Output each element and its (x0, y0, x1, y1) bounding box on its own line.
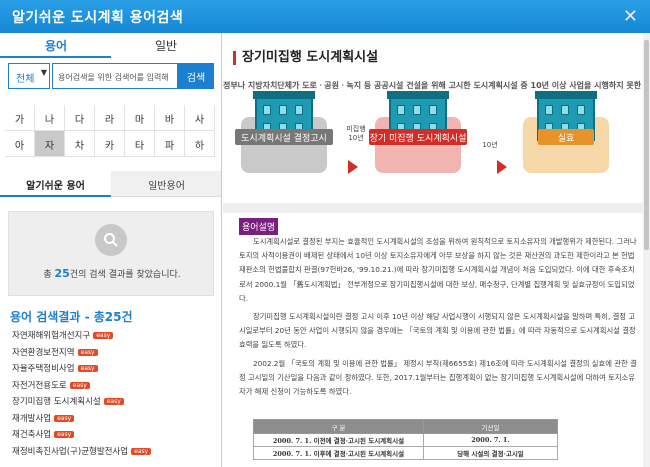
table-header-row: 구 분 기산일 (253, 419, 558, 434)
detail-scrollbar-thumb[interactable] (644, 40, 649, 250)
list-item-label: 재개발사업 (12, 413, 52, 424)
search-row: 전체 ▼ 용어검색을 위한 검색어를 입력해 검색 (8, 63, 214, 89)
consonant-button[interactable]: 라 (95, 105, 125, 131)
table-cell: 당해 시설의 결정·고시일 (423, 446, 558, 460)
easy-badge: easy (54, 414, 75, 422)
table-cell: 2000. 7. 1. (423, 433, 558, 447)
left-panel: 용어 일반 전체 ▼ 용어검색을 위한 검색어를 입력해 검색 가나다라마바사아… (0, 33, 222, 467)
list-item[interactable]: 재개발사업 easy (12, 412, 217, 429)
chevron-down-icon: ▼ (40, 68, 47, 77)
paragraph-1: 도시계획시설로 결정된 부지는 효율적인 도시계획시설의 조성을 위하여 원칙적… (239, 237, 637, 303)
consonant-button[interactable]: 사 (185, 105, 215, 131)
arrow2-text: 10년 (482, 141, 498, 149)
tab-general-terms[interactable]: 일반용어 (111, 171, 221, 197)
list-item[interactable]: 재정비촉진사업(구)균형발전사업 easy (12, 445, 217, 462)
arrow1-text-line2: 10년 (348, 134, 364, 142)
detail-panel: 장기미집행 도시계획시설 정부나 지방자치단체가 도로ㆍ공원ㆍ녹지 등 공공시설… (223, 33, 643, 467)
list-item-label: 자율주택정비사업 (12, 364, 75, 374)
close-icon[interactable]: ✕ (623, 6, 638, 27)
tab-term[interactable]: 용어 (45, 37, 67, 54)
stage-label-expire: 실효 (538, 129, 594, 145)
list-item-label: 재건축사업 (12, 430, 52, 440)
window-title: 알기쉬운 도시계획 용어검색 (12, 10, 184, 26)
stage-label-long-term: 장기 미집행 도시계획시설 (369, 129, 467, 145)
consonant-button[interactable]: 다 (65, 105, 95, 131)
consonant-button[interactable]: 바 (155, 105, 185, 131)
start-date-table: 구 분 기산일 2000. 7. 1. 이전에 결정·고시된 도시계획시설 20… (253, 419, 558, 460)
section-tag: 용어설명 (239, 218, 279, 235)
consonant-button[interactable]: 자 (35, 131, 65, 157)
tab-easy-terms[interactable]: 알기쉬운 용어 (0, 171, 111, 197)
table-header: 구 분 (253, 419, 424, 434)
consonant-index: 가나다라마바사아자차카타파하 (5, 105, 217, 157)
easy-badge: easy (54, 431, 75, 438)
consonant-button[interactable]: 아 (5, 131, 35, 157)
paragraph-3: 2002.2월 「국토의 계획 및 이용에 관한 법률」 제정시 부칙(제665… (239, 359, 637, 397)
easy-badge: easy (69, 381, 90, 389)
list-item[interactable]: 자전거전용도로 easy (12, 379, 217, 396)
list-item-label: 장기미집행 도시계획시설 (12, 397, 101, 407)
list-item[interactable]: 자연환경보전지역 easy (12, 346, 217, 363)
consonant-button[interactable]: 나 (35, 105, 65, 131)
consonant-button[interactable]: 마 (125, 105, 155, 131)
consonant-button[interactable]: 타 (125, 131, 155, 157)
search-button[interactable]: 검색 (178, 63, 214, 89)
term-type-tabs: 알기쉬운 용어 일반용어 (0, 171, 221, 197)
search-input[interactable]: 용어검색을 위한 검색어를 입력해 (52, 63, 178, 89)
search-mode-tabs: 용어 일반 (0, 33, 221, 58)
table-cell: 2000. 7. 1. 이후에 결정·고시된 도시계획시설 (253, 446, 424, 460)
list-item[interactable]: 재건축사업 easy (12, 428, 217, 445)
results-list: 자연재해위험개선지구 easy 자연환경보전지역 easy 자율주택정비사업 easy 자전… (12, 329, 217, 461)
search-icon (95, 224, 127, 256)
results-title: 용어 검색결과 - 총25건 (10, 310, 133, 324)
consonant-button[interactable]: 하 (185, 131, 215, 157)
term-subtitle: 정부나 지방자치단체가 도로ㆍ공원ㆍ녹지 등 공공시설 건설을 위해 고시한 도… (223, 81, 643, 90)
tab-general[interactable]: 일반 (155, 37, 177, 54)
list-item[interactable]: 자연재해위험개선지구 easy (12, 329, 217, 346)
list-item[interactable]: 장기미집행 도시계획시설 easy (12, 395, 217, 412)
result-count-message: 총 25건의 검색 결과를 찾았습니다. (9, 267, 215, 280)
paragraph-2: 장기미집행 도시계획시설이란 결정 고시 이후 10년 이상 해당 사업시행이 … (239, 312, 636, 350)
result-prefix: 총 (43, 270, 55, 280)
easy-badge: easy (131, 447, 152, 455)
easy-badge: easy (103, 398, 124, 405)
easy-badge: easy (77, 365, 98, 372)
stage-label-decision: 도시계획시설 결정고시 (235, 129, 333, 145)
list-item[interactable]: 자율주택정비사업 easy (12, 362, 217, 379)
tab-term-underline (0, 56, 111, 58)
table-row: 2000. 7. 1. 이전에 결정·고시된 도시계획시설 2000. 7. 1… (253, 433, 558, 447)
easy-badge: easy (77, 348, 98, 356)
table-cell: 2000. 7. 1. 이전에 결정·고시된 도시계획시설 (253, 433, 424, 447)
arrow-right-icon (348, 160, 358, 174)
easy-badge: easy (93, 332, 114, 339)
arrow1-text: 미집행 10년 (341, 125, 371, 143)
scope-select[interactable]: 전체 ▼ (8, 63, 50, 89)
consonant-button[interactable]: 파 (155, 131, 185, 157)
table-header: 기산일 (423, 419, 558, 434)
list-item-label: 재정비촉진사업(구)균형발전사업 (12, 446, 129, 457)
consonant-button[interactable]: 가 (5, 105, 35, 131)
table-row: 2000. 7. 1. 이후에 결정·고시된 도시계획시설 당해 시설의 결정·… (253, 446, 558, 460)
title-bar: 알기쉬운 도시계획 용어검색 ✕ (0, 0, 650, 33)
result-suffix: 건의 검색 결과를 찾았습니다. (69, 270, 181, 280)
list-item-label: 자연환경보전지역 (12, 347, 75, 358)
arrow1-text-line1: 미집행 (346, 125, 366, 133)
result-count: 25 (54, 267, 70, 280)
consonant-button[interactable]: 차 (65, 131, 95, 157)
consonant-button[interactable]: 카 (95, 131, 125, 157)
result-summary-box: 총 25건의 검색 결과를 찾았습니다. (8, 211, 214, 296)
list-item-label: 자연재해위험개선지구 (12, 331, 91, 341)
section-divider (223, 203, 643, 213)
arrow-right-icon (497, 160, 507, 174)
list-item-label: 자전거전용도로 (12, 380, 67, 391)
term-title: 장기미집행 도시계획시설 (233, 51, 378, 65)
scope-select-value: 전체 (16, 74, 35, 85)
